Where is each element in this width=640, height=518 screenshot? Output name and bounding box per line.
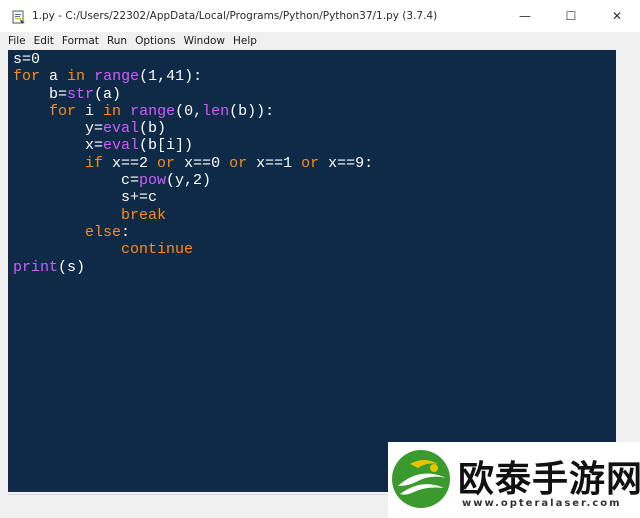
window-title: 1.py - C:/Users/22302/AppData/Local/Prog… [32,10,438,22]
code-keyword: for [49,102,77,120]
code-text-token: i [76,102,104,120]
code-builtin: range [94,68,140,86]
watermark-logo-icon [390,448,452,510]
code-keyword: or [157,154,176,172]
code-text-token: x==9: [319,154,374,172]
code-line[interactable]: s=0 [13,51,40,68]
code-text-token: (b) [139,120,167,138]
code-keyword: in [103,102,122,120]
menu-help[interactable]: Help [233,35,257,47]
code-line[interactable]: if x==2 or x==0 or x==1 or x==9: [13,155,373,172]
code-text-token: (s) [58,258,86,276]
window-controls: — ☐ ✕ [502,0,640,32]
maximize-button[interactable]: ☐ [548,0,594,32]
code-text-token: a [40,68,68,86]
code-keyword: if [85,154,104,172]
code-text-token: x==0 [175,154,230,172]
code-line[interactable]: else: [13,224,130,241]
code-keyword: or [301,154,320,172]
code-text[interactable]: s=0 for a in range(1,41): b=str(a) for i… [13,51,373,276]
code-text-token: s=0 [13,51,41,68]
menu-window[interactable]: Window [184,35,225,47]
code-builtin: pow [139,172,167,190]
code-line[interactable]: break [13,207,166,224]
code-text-token: x==1 [247,154,302,172]
idle-editor-window: 1.py - C:/Users/22302/AppData/Local/Prog… [0,0,640,518]
menu-edit[interactable]: Edit [34,35,54,47]
menu-options[interactable]: Options [135,35,176,47]
code-builtin: range [130,102,176,120]
code-text-token: x= [13,137,104,155]
code-keyword: else [85,223,122,241]
code-keyword: or [229,154,248,172]
code-builtin: len [202,102,230,120]
code-line[interactable]: s+=c [13,189,157,206]
code-keyword: continue [121,241,194,259]
code-line[interactable]: c=pow(y,2) [13,172,211,189]
code-text-token: (0, [175,102,203,120]
python-idle-icon [12,9,26,24]
menu-bar: File Edit Format Run Options Window Help [0,32,640,50]
code-text-token: b= [13,85,68,103]
watermark-title: 欧泰手游网 [458,459,640,500]
code-line[interactable]: y=eval(b) [13,120,166,137]
menu-run[interactable]: Run [107,35,127,47]
code-text-token: y= [13,120,104,138]
code-builtin: eval [103,120,140,138]
code-text-token: s+=c [13,189,158,207]
code-text-token: (1,41): [139,68,203,86]
code-builtin: str [67,85,95,103]
title-bar: 1.py - C:/Users/22302/AppData/Local/Prog… [0,0,640,32]
close-button[interactable]: ✕ [594,0,640,32]
code-text-token: c= [13,172,140,190]
menu-file[interactable]: File [8,35,26,47]
minimize-button[interactable]: — [502,0,548,32]
code-editor[interactable]: s=0 for a in range(1,41): b=str(a) for i… [8,50,616,492]
menu-format[interactable]: Format [62,35,99,47]
code-keyword: break [121,206,167,224]
code-builtin: eval [103,137,140,155]
code-text-token: (y,2) [166,172,212,190]
code-line[interactable]: for a in range(1,41): [13,68,202,85]
code-line[interactable]: x=eval(b[i]) [13,137,193,154]
watermark-url: www.opteralaser.com [462,498,622,509]
code-text-token: (b)): [229,102,275,120]
code-line[interactable]: continue [13,241,193,258]
watermark: 欧泰手游网 www.opteralaser.com [388,442,640,518]
code-builtin: print [13,258,59,276]
code-keyword: for [13,68,41,86]
code-text-token: : [121,223,131,241]
code-text-token: (b[i]) [139,137,194,155]
status-bar [8,494,388,511]
code-line[interactable]: for i in range(0,len(b)): [13,103,274,120]
code-text-token: x==2 [103,154,158,172]
code-keyword: in [67,68,86,86]
code-line[interactable]: b=str(a) [13,86,121,103]
code-text-token: (a) [94,85,122,103]
code-line[interactable]: print(s) [13,259,85,276]
